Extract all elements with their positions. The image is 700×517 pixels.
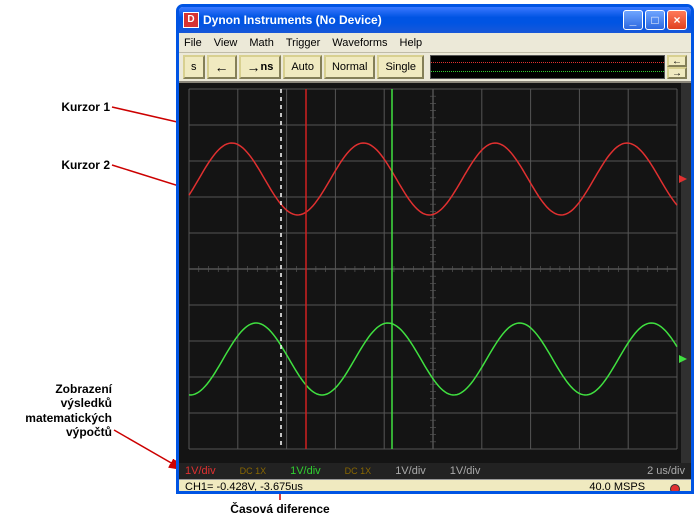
status-measurements: CH1= -0.428V, -3.675us CH2= -0.942V — [185, 481, 589, 494]
toolbar: s ← →ns Auto Normal Single ← → — [179, 53, 691, 83]
timebase-right-ns-button[interactable]: →ns — [239, 55, 282, 79]
waveform-thumbnail[interactable] — [430, 55, 665, 79]
maximize-button[interactable]: □ — [645, 10, 665, 30]
mode-normal-button[interactable]: Normal — [324, 55, 375, 79]
titlebar[interactable]: D Dynon Instruments (No Device) _ □ × — [179, 7, 691, 33]
status-leds — [665, 484, 685, 495]
window-title: Dynon Instruments (No Device) — [203, 13, 621, 27]
status-acquisition: 40.0 MSPS Trigger = 0.5V — [589, 481, 659, 494]
menu-waveforms[interactable]: Waveforms — [332, 37, 387, 49]
status-bar: CH1= -0.428V, -3.675us CH2= -0.942V 40.0… — [179, 479, 691, 494]
menubar: File View Math Trigger Waveforms Help — [179, 33, 691, 53]
led-red-icon — [670, 484, 680, 494]
menu-file[interactable]: File — [184, 37, 202, 49]
close-button[interactable]: × — [667, 10, 687, 30]
timebase-left-button[interactable]: ← — [207, 55, 237, 79]
menu-trigger[interactable]: Trigger — [286, 37, 320, 49]
minimize-button[interactable]: _ — [623, 10, 643, 30]
ch2-scale: 1V/div — [290, 465, 321, 477]
scope-display[interactable] — [179, 83, 691, 463]
thumb-right-button[interactable]: → — [667, 67, 687, 79]
timebase-s-button[interactable]: s — [183, 55, 205, 79]
status-msps: 40.0 MSPS — [589, 481, 659, 494]
ch1-scale: 1V/div — [185, 465, 216, 477]
app-window: D Dynon Instruments (No Device) _ □ × Fi… — [176, 4, 694, 494]
status-ch1: CH1= -0.428V, -3.675us — [185, 481, 589, 494]
channel-info-bar: 1V/div DC 1X 1V/div DC 1X 1V/div 1V/div … — [179, 463, 691, 479]
time-scale: 2 us/div — [647, 465, 685, 477]
ch1-coupling: DC 1X — [240, 466, 267, 476]
menu-help[interactable]: Help — [400, 37, 423, 49]
grey-scale-1: 1V/div — [395, 465, 426, 477]
ch2-coupling: DC 1X — [345, 466, 372, 476]
mode-single-button[interactable]: Single — [377, 55, 424, 79]
scope-svg — [179, 83, 691, 463]
thumb-left-button[interactable]: ← — [667, 55, 687, 67]
menu-math[interactable]: Math — [249, 37, 273, 49]
mode-auto-button[interactable]: Auto — [283, 55, 322, 79]
grey-scale-2: 1V/div — [450, 465, 481, 477]
menu-view[interactable]: View — [214, 37, 238, 49]
app-icon: D — [183, 12, 199, 28]
